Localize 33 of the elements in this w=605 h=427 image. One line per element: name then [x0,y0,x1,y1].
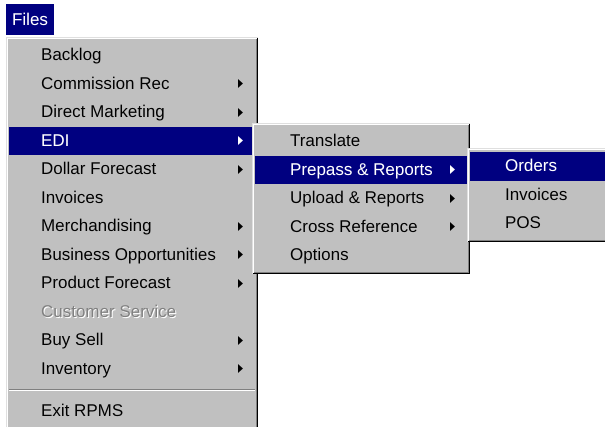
menu-item[interactable]: Options [255,241,467,270]
submenu-arrow-icon [238,250,243,260]
menu-item[interactable]: Buy Sell [9,326,255,354]
submenu-arrow-icon [238,278,243,288]
menu-item[interactable]: Exit RPMS [9,397,255,426]
submenu-arrow-icon [450,194,455,203]
menu-item[interactable]: Direct Marketing [9,98,255,126]
menu-item[interactable]: Product Forecast [9,269,255,298]
submenu-arrow-icon [238,336,243,345]
menu-item[interactable]: Cross Reference [255,212,467,241]
menu-item[interactable]: POS [470,209,605,238]
menu-title[interactable]: Files [6,4,54,35]
menu-item[interactable]: Orders [470,152,605,180]
submenu-arrow-icon [238,164,243,174]
menu-item[interactable]: Translate [255,127,467,156]
submenu-arrow-icon [450,165,455,174]
submenu-arrow-icon [450,222,455,232]
menu-item[interactable]: Prepass & Reports [255,156,467,184]
menu-item[interactable]: Invoices [470,180,605,209]
menu-item[interactable]: Business Opportunities [9,240,255,269]
menu-item[interactable]: Inventory [9,354,255,383]
menu-item[interactable]: Invoices [9,184,255,212]
menu-item[interactable]: EDI [9,126,255,155]
submenu-arrow-icon [238,108,243,117]
submenu-arrow-icon [238,79,243,88]
menu-item[interactable]: Commission Rec [9,70,255,98]
menu-item[interactable]: Dollar Forecast [9,155,255,184]
submenu-arrow-icon [238,364,243,374]
menu-item[interactable]: Merchandising [9,212,255,240]
menu-item[interactable]: Upload & Reports [255,184,467,212]
menu-item[interactable]: Backlog [9,41,255,70]
submenu-arrow-icon [238,222,243,231]
submenu-arrow-icon [238,136,243,146]
